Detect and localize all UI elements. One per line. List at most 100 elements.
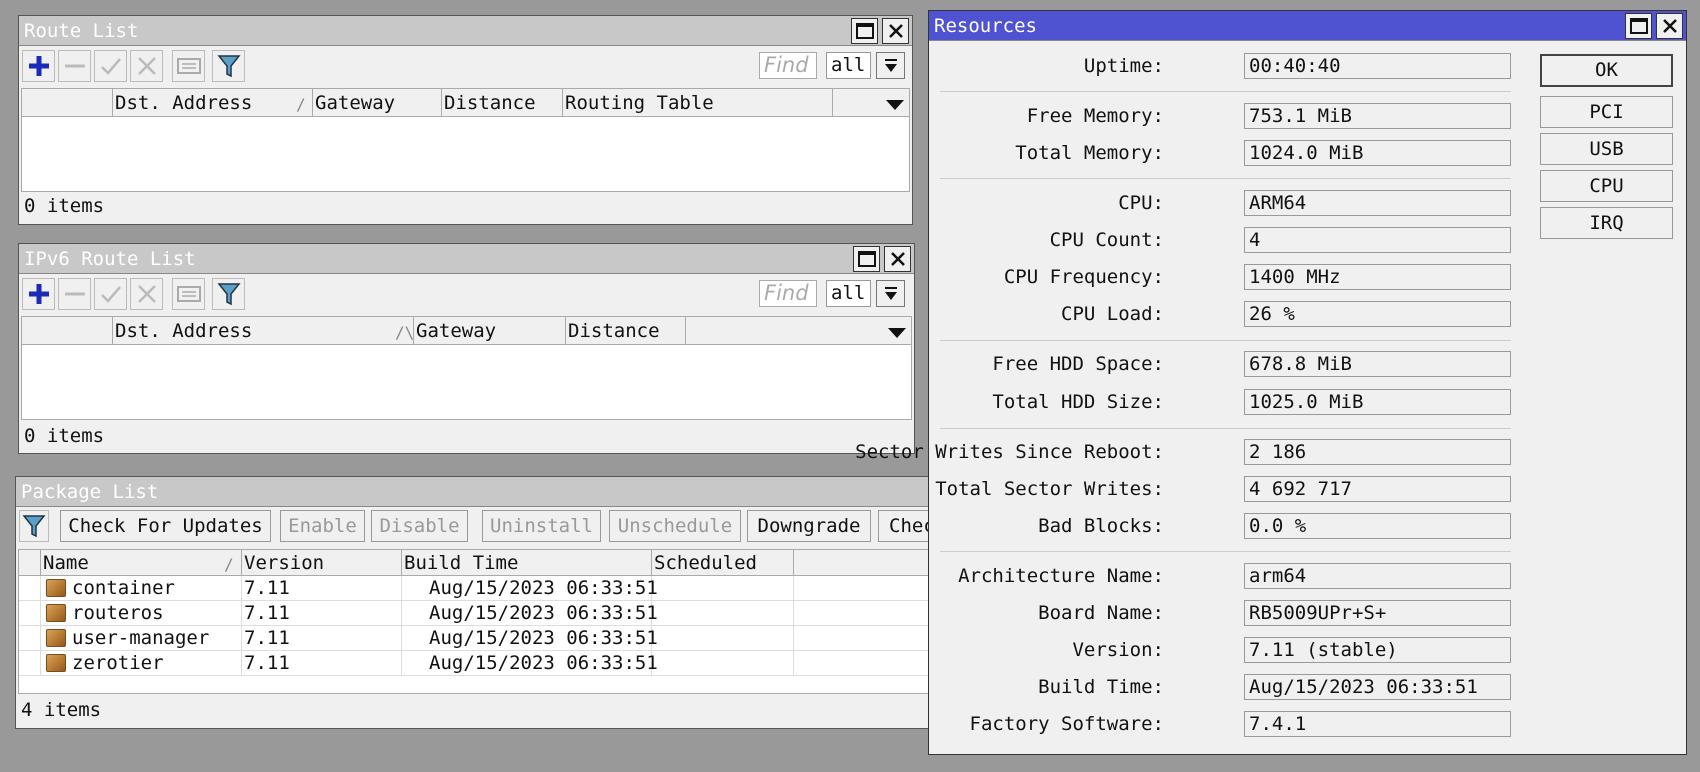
find-input[interactable]: Find <box>759 280 817 307</box>
status-bar: 0 items <box>24 195 105 217</box>
unschedule-button[interactable]: Unschedule <box>609 510 741 542</box>
cpu-button[interactable]: CPU <box>1540 170 1673 202</box>
filter-button[interactable] <box>19 510 49 542</box>
close-icon <box>888 24 903 38</box>
disable-button[interactable]: Disable <box>371 510 468 542</box>
board-name-label: Board Name: <box>1038 602 1164 624</box>
cpu-label: CPU: <box>1118 192 1164 214</box>
total-sector-writes-field[interactable]: 4 692 717 <box>1244 476 1511 502</box>
maximize-button[interactable] <box>851 18 878 44</box>
bad-blocks-label: Bad Blocks: <box>1038 515 1164 537</box>
add-button[interactable] <box>22 50 55 82</box>
filter-dropdown-button[interactable] <box>876 280 905 307</box>
comment-button[interactable] <box>172 50 205 82</box>
cpu-frequency-field[interactable]: 1400 MHz <box>1244 264 1511 290</box>
cpu-count-field[interactable]: 4 <box>1244 227 1511 253</box>
total-sector-writes-label: Total Sector Writes: <box>935 478 1164 500</box>
total-memory-field[interactable]: 1024.0 MiB <box>1244 140 1511 166</box>
column-header[interactable]: Gateway <box>313 89 442 117</box>
column-header[interactable]: Routing Table <box>563 89 833 117</box>
column-header-blank[interactable] <box>19 550 41 576</box>
cpu-field[interactable]: ARM64 <box>1244 190 1511 216</box>
ok-button[interactable]: OK <box>1540 54 1673 87</box>
factory-software-field[interactable]: 7.4.1 <box>1244 711 1511 737</box>
enable-button[interactable]: Enable <box>280 510 365 542</box>
downgrade-button[interactable]: Downgrade <box>747 510 871 542</box>
uninstall-button[interactable]: Uninstall <box>482 510 601 542</box>
find-input[interactable]: Find <box>759 52 817 79</box>
maximize-button[interactable] <box>1625 13 1652 39</box>
table-header: Dst. Address/\ Gateway Distance <box>22 317 911 345</box>
architecture-name-label: Architecture Name: <box>958 565 1164 587</box>
comment-button[interactable] <box>172 278 205 310</box>
enable-button[interactable] <box>94 278 127 310</box>
cpu-load-field[interactable]: 26 % <box>1244 301 1511 327</box>
irq-button[interactable]: IRQ <box>1540 207 1673 239</box>
column-header[interactable]: Name / <box>41 550 242 576</box>
build-time-field[interactable]: Aug/15/2023 06:33:51 <box>1244 674 1511 700</box>
free-hdd-space-field[interactable]: 678.8 MiB <box>1244 351 1511 377</box>
arrow-down-icon <box>884 58 897 72</box>
add-button[interactable] <box>22 278 55 310</box>
column-header[interactable]: Version <box>242 550 402 576</box>
route-table: Dst. Address / Gateway Distance Routing T… <box>21 88 910 192</box>
sort-icon: / <box>224 555 234 574</box>
ipv6-route-list-titlebar[interactable]: IPv6 Route List <box>19 244 914 274</box>
free-memory-field[interactable]: 753.1 MiB <box>1244 103 1511 129</box>
ipv6-route-list-window: IPv6 Route List Find all Dst. Address /\… <box>18 243 915 454</box>
sector-writes-since-reboot-field[interactable]: 2 186 <box>1244 439 1511 465</box>
filter-dropdown-button[interactable] <box>876 52 905 79</box>
column-header[interactable]: Dst. Address / <box>113 89 313 117</box>
column-header[interactable]: Build Time <box>402 550 652 576</box>
filter-button[interactable] <box>212 50 245 82</box>
filter-select[interactable]: all <box>826 280 871 307</box>
column-header[interactable]: Distance <box>566 317 686 345</box>
status-bar: 0 items <box>24 425 105 447</box>
bad-blocks-field[interactable]: 0.0 % <box>1244 513 1511 539</box>
board-name-field[interactable]: RB5009UPr+S+ <box>1244 600 1511 626</box>
column-chooser-dropdown[interactable] <box>885 95 905 117</box>
filter-icon <box>216 55 241 78</box>
column-header[interactable]: Dst. Address/\ <box>113 317 414 345</box>
disable-button[interactable] <box>130 278 163 310</box>
resources-titlebar[interactable]: Resources <box>929 11 1686 41</box>
remove-button[interactable] <box>58 50 91 82</box>
table-row[interactable]: routeros 7.11 Aug/15/2023 06:33:51 <box>19 601 931 626</box>
column-header[interactable]: Gateway <box>414 317 566 345</box>
package-table: Name / Version Build Time Scheduled conta… <box>18 549 931 694</box>
total-hdd-size-field[interactable]: 1025.0 MiB <box>1244 389 1511 415</box>
disable-button[interactable] <box>130 50 163 82</box>
window-title: Route List <box>24 20 139 42</box>
filter-icon <box>22 515 46 538</box>
package-icon <box>46 579 66 597</box>
filter-select[interactable]: all <box>826 52 871 79</box>
filter-button[interactable] <box>212 278 245 310</box>
check-for-updates-button[interactable]: Check For Updates <box>60 510 271 542</box>
column-header[interactable]: Distance <box>442 89 563 117</box>
column-header[interactable]: Scheduled <box>652 550 794 576</box>
remove-button[interactable] <box>58 278 91 310</box>
plus-icon <box>28 56 49 76</box>
close-button[interactable] <box>882 18 909 44</box>
table-row[interactable]: zerotier 7.11 Aug/15/2023 06:33:51 <box>19 651 931 676</box>
version-field[interactable]: 7.11 (stable) <box>1244 637 1511 663</box>
uptime-field[interactable]: 00:40:40 <box>1244 53 1511 79</box>
close-button[interactable] <box>884 246 911 272</box>
table-row[interactable]: user-manager 7.11 Aug/15/2023 06:33:51 <box>19 626 931 651</box>
maximize-button[interactable] <box>853 246 880 272</box>
column-chooser-dropdown[interactable] <box>887 323 907 345</box>
usb-button[interactable]: USB <box>1540 133 1673 165</box>
route-list-titlebar[interactable]: Route List <box>19 16 912 46</box>
enable-button[interactable] <box>94 50 127 82</box>
table-row[interactable]: container 7.11 Aug/15/2023 06:33:51 <box>19 576 931 601</box>
architecture-name-field[interactable]: arm64 <box>1244 563 1511 589</box>
comment-icon <box>176 286 201 302</box>
close-button[interactable] <box>1656 13 1683 39</box>
sort-icon: / <box>296 95 306 114</box>
package-list-titlebar[interactable]: Package List <box>16 477 930 507</box>
column-header-blank[interactable] <box>22 317 113 345</box>
column-header-blank[interactable] <box>22 89 113 117</box>
total-memory-label: Total Memory: <box>1015 142 1164 164</box>
pci-button[interactable]: PCI <box>1540 96 1673 128</box>
resources-window: Resources Uptime: 00:40:40 Free Memory: … <box>855 10 1687 755</box>
